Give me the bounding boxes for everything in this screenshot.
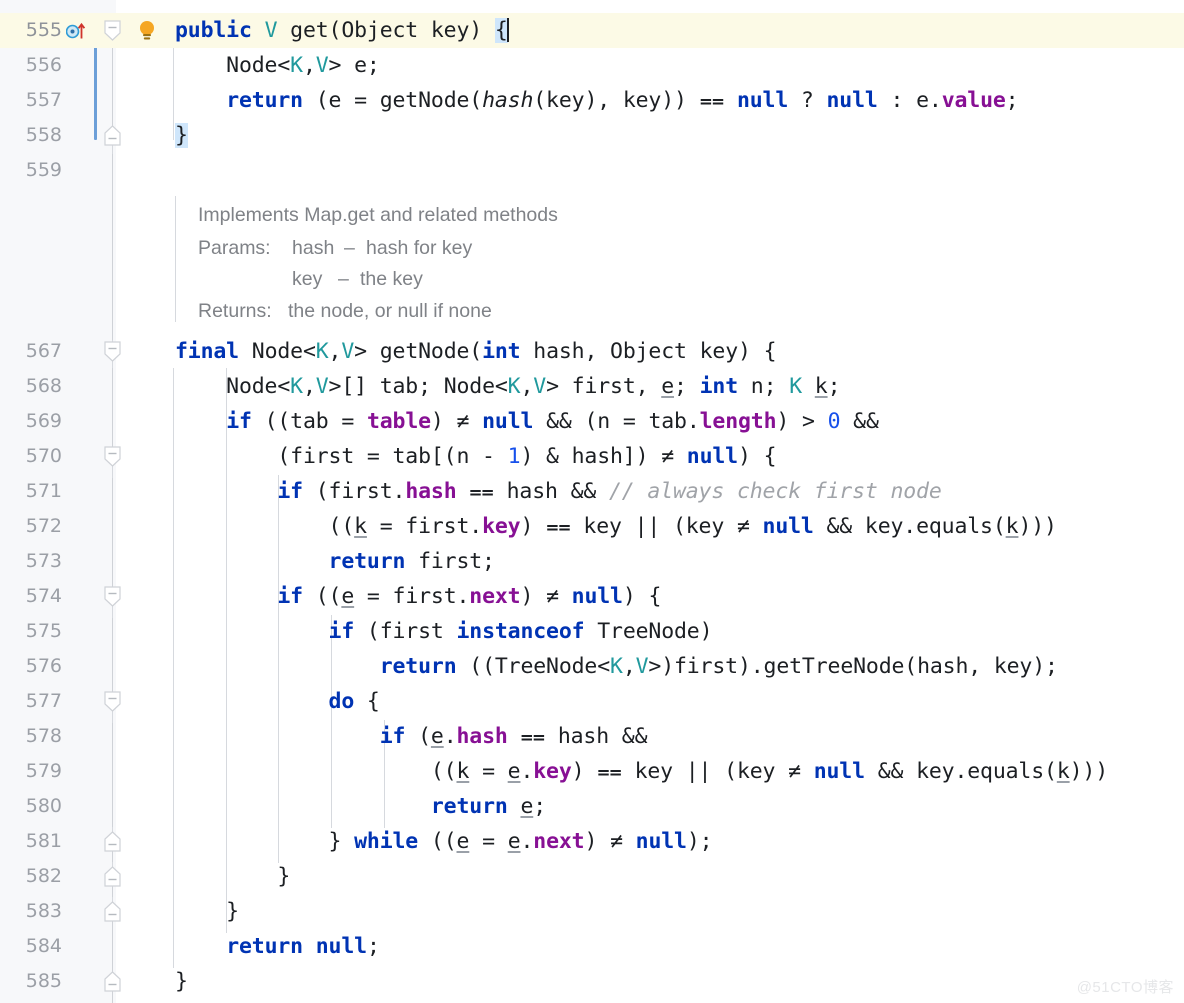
code-line-568[interactable]: Node<K,V>[] tab; Node<K,V> first, e; int… xyxy=(175,369,840,404)
code-line-578[interactable]: if (e.hash ⩵ hash && xyxy=(175,719,648,754)
javadoc-param-desc-1: the key xyxy=(360,268,423,290)
javadoc-left-bar xyxy=(175,196,176,322)
line-number[interactable]: 558 xyxy=(0,118,64,153)
code-line-583[interactable]: } xyxy=(175,894,239,929)
line-number[interactable]: 575 xyxy=(0,614,64,649)
code-line-579[interactable]: ((k = e.key) ⩵ key || (key ≠ null && key… xyxy=(175,754,1108,789)
code-line-581[interactable]: } while ((e = e.next) ≠ null); xyxy=(175,824,713,859)
code-line-577[interactable]: do { xyxy=(175,684,380,719)
line-number[interactable]: 556 xyxy=(0,48,64,83)
code-line-584[interactable]: return null; xyxy=(175,929,380,964)
line-number[interactable]: 576 xyxy=(0,649,64,684)
editor-row[interactable]: 572 ((k = first.key) ⩵ key || (key ≠ nul… xyxy=(0,509,1184,544)
line-number[interactable]: 572 xyxy=(0,509,64,544)
code-line-569[interactable]: if ((tab = table) ≠ null && (n = tab.len… xyxy=(175,404,879,439)
line-number[interactable]: 570 xyxy=(0,439,64,474)
code-line-570[interactable]: (first = tab[(n - 1) & hash]) ≠ null) { xyxy=(175,439,776,474)
editor-row[interactable]: 569 if ((tab = table) ≠ null && (n = tab… xyxy=(0,404,1184,439)
line-number[interactable]: 580 xyxy=(0,789,64,824)
editor-row[interactable]: 573 return first; xyxy=(0,544,1184,579)
code-line-580[interactable]: return e; xyxy=(175,789,546,824)
fold-marker-collapse-icon[interactable] xyxy=(104,691,121,712)
line-number[interactable]: 571 xyxy=(0,474,64,509)
code-line-573[interactable]: return first; xyxy=(175,544,495,579)
fold-marker-collapse-icon[interactable] xyxy=(104,125,121,146)
fold-marker-collapse-icon[interactable] xyxy=(104,901,121,922)
editor-row[interactable]: 585 } xyxy=(0,964,1184,999)
fold-marker-collapse-icon[interactable] xyxy=(104,971,121,992)
intention-bulb-icon[interactable] xyxy=(136,13,158,48)
line-number[interactable]: 559 xyxy=(0,153,64,188)
editor-row[interactable]: 582 } xyxy=(0,859,1184,894)
line-number[interactable]: 568 xyxy=(0,369,64,404)
code-line-571[interactable]: if (first.hash ⩵ hash && // always check… xyxy=(175,474,941,509)
line-number[interactable]: 582 xyxy=(0,859,64,894)
editor-row[interactable]: 578 if (e.hash ⩵ hash && xyxy=(0,719,1184,754)
code-line-575[interactable]: if (first instanceof TreeNode) xyxy=(175,614,713,649)
implementing-method-icon[interactable] xyxy=(65,13,88,48)
line-number[interactable]: 574 xyxy=(0,579,64,614)
javadoc-returns-value: the node, or null if none xyxy=(288,300,492,322)
editor-row[interactable]: 555 public V get(Object key) { xyxy=(0,13,1184,48)
code-line-567[interactable]: final Node<K,V> getNode(int hash, Object… xyxy=(175,334,777,369)
javadoc-param-name-0: hash xyxy=(292,237,335,259)
code-line-574[interactable]: if ((e = first.next) ≠ null) { xyxy=(175,579,661,614)
code-editor[interactable]: Implements Map.get and related methods P… xyxy=(0,0,1184,1003)
editor-row[interactable]: 570 (first = tab[(n - 1) & hash]) ≠ null… xyxy=(0,439,1184,474)
line-number[interactable]: 573 xyxy=(0,544,64,579)
site-watermark: @51CTO博客 xyxy=(1076,979,1174,996)
line-number[interactable]: 581 xyxy=(0,824,64,859)
javadoc-param-dash-0: – xyxy=(344,237,355,259)
editor-row[interactable]: 579 ((k = e.key) ⩵ key || (key ≠ null &&… xyxy=(0,754,1184,789)
editor-row[interactable]: 557 return (e = getNode(hash(key), key))… xyxy=(0,83,1184,118)
editor-row[interactable]: 584 return null; xyxy=(0,929,1184,964)
editor-row[interactable]: 581 } while ((e = e.next) ≠ null); xyxy=(0,824,1184,859)
javadoc-param-name-1: key xyxy=(292,268,323,290)
editor-row[interactable]: 559 xyxy=(0,153,1184,188)
fold-marker-collapse-icon[interactable] xyxy=(104,341,121,362)
code-line-556[interactable]: Node<K,V> e; xyxy=(175,48,380,83)
line-number[interactable]: 585 xyxy=(0,964,64,999)
line-number[interactable]: 583 xyxy=(0,894,64,929)
editor-row[interactable]: 568 Node<K,V>[] tab; Node<K,V> first, e;… xyxy=(0,369,1184,404)
line-number[interactable]: 557 xyxy=(0,83,64,118)
code-line-582[interactable]: } xyxy=(175,859,290,894)
editor-row[interactable]: 577 do { xyxy=(0,684,1184,719)
code-line-558[interactable]: } xyxy=(175,118,188,153)
editor-row[interactable]: 571 if (first.hash ⩵ hash && // always c… xyxy=(0,474,1184,509)
editor-row[interactable]: 567 final Node<K,V> getNode(int hash, Ob… xyxy=(0,334,1184,369)
line-number[interactable]: 567 xyxy=(0,334,64,369)
editor-row[interactable]: 580 return e; xyxy=(0,789,1184,824)
fold-marker-collapse-icon[interactable] xyxy=(104,866,121,887)
code-line-557[interactable]: return (e = getNode(hash(key), key)) ⩵ n… xyxy=(175,83,1018,118)
editor-row[interactable]: 583 } xyxy=(0,894,1184,929)
code-line-572[interactable]: ((k = first.key) ⩵ key || (key ≠ null &&… xyxy=(175,509,1057,544)
editor-row[interactable]: 575 if (first instanceof TreeNode) xyxy=(0,614,1184,649)
code-line-576[interactable]: return ((TreeNode<K,V>)first).getTreeNod… xyxy=(175,649,1058,684)
fold-marker-collapse-icon[interactable] xyxy=(104,831,121,852)
javadoc-params-label: Params: xyxy=(198,237,271,259)
line-number[interactable]: 584 xyxy=(0,929,64,964)
editor-row[interactable]: 556 Node<K,V> e; xyxy=(0,48,1184,83)
editor-row[interactable]: 576 return ((TreeNode<K,V>)first).getTre… xyxy=(0,649,1184,684)
line-number[interactable]: 555 xyxy=(0,13,64,48)
fold-marker-collapse-icon[interactable] xyxy=(104,586,121,607)
javadoc-param-dash-1: – xyxy=(338,268,349,290)
line-number[interactable]: 569 xyxy=(0,404,64,439)
fold-marker-collapse-icon[interactable] xyxy=(104,446,121,467)
line-number[interactable]: 578 xyxy=(0,719,64,754)
javadoc-returns-label: Returns: xyxy=(198,300,272,322)
javadoc-summary: Implements Map.get and related methods xyxy=(198,204,558,226)
editor-row[interactable]: 558 } xyxy=(0,118,1184,153)
editor-row[interactable]: 574 if ((e = first.next) ≠ null) { xyxy=(0,579,1184,614)
code-line-555[interactable]: public V get(Object key) { xyxy=(175,13,509,48)
code-line-585[interactable]: } xyxy=(175,964,188,999)
line-number[interactable]: 577 xyxy=(0,684,64,719)
javadoc-param-desc-0: hash for key xyxy=(366,237,473,259)
partial-row-above xyxy=(0,0,1184,13)
fold-marker-collapse-icon[interactable] xyxy=(104,20,121,41)
line-number[interactable]: 579 xyxy=(0,754,64,789)
